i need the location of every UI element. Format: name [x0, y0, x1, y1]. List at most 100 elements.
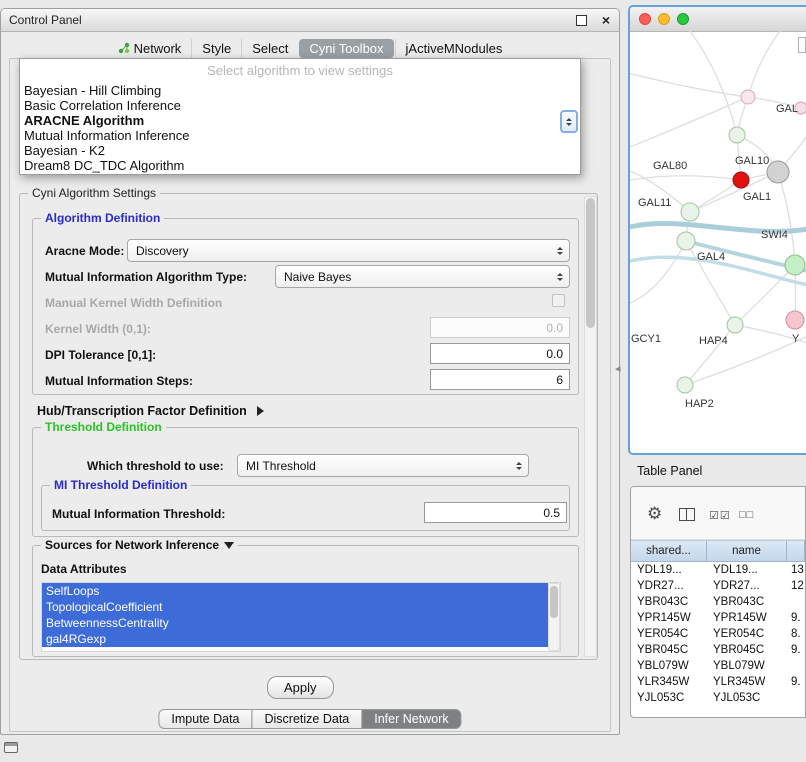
node-label: HAP4: [699, 335, 728, 347]
which-threshold-combo[interactable]: MI Threshold: [237, 454, 529, 477]
tab-jactivemnodules-label: jActiveMNodules: [406, 41, 503, 56]
collapsed-window-icon[interactable]: [4, 742, 18, 753]
data-attributes-list[interactable]: SelfLoops TopologicalCoefficient Between…: [41, 582, 561, 652]
mi-type-value: Naive Bayes: [284, 270, 351, 284]
traffic-light-minimize-button[interactable]: [658, 13, 670, 25]
table-row[interactable]: YBR043CYBR043C: [631, 594, 805, 610]
tab-impute-data[interactable]: Impute Data: [158, 709, 252, 729]
cell: YPR145W: [707, 612, 787, 624]
tab-style[interactable]: Style: [191, 39, 241, 58]
traffic-light-zoom-button[interactable]: [677, 13, 689, 25]
list-item[interactable]: BetweennessCentrality: [42, 615, 548, 631]
tab-cyni-toolbox[interactable]: Cyni Toolbox: [299, 39, 393, 58]
settings-scrollbar-track[interactable]: [584, 196, 597, 657]
attributes-scrollbar-thumb[interactable]: [550, 586, 558, 618]
algorithm-combobox-arrow[interactable]: [560, 110, 578, 133]
table-row[interactable]: YDR27...YDR27...12: [631, 578, 805, 594]
node-label: GAL80: [653, 160, 687, 172]
aracne-mode-combo[interactable]: Discovery: [127, 239, 570, 262]
network-node[interactable]: [786, 311, 804, 329]
network-node[interactable]: [677, 377, 693, 393]
close-icon[interactable]: ×: [602, 11, 610, 29]
table-row[interactable]: YBL079WYBL079W: [631, 658, 805, 674]
hub-definition-label: Hub/Transcription Factor Definition: [37, 404, 247, 418]
network-canvas[interactable]: GAL GAL80 GAL10 GAL11 GAL1 SWI4 GAL4 GCY…: [630, 31, 806, 455]
network-node-selected-red[interactable]: [733, 172, 749, 188]
network-node[interactable]: [741, 90, 755, 104]
cell: 13: [787, 564, 805, 576]
tab-select[interactable]: Select: [241, 39, 298, 58]
select-all-checkboxes-icon[interactable]: ☑☑: [709, 509, 731, 522]
table-row[interactable]: YJL053CYJL053C: [631, 690, 805, 706]
network-window-titlebar[interactable]: [630, 7, 806, 32]
network-node[interactable]: [677, 232, 695, 250]
network-edge: [778, 172, 795, 265]
tab-network[interactable]: Network: [108, 39, 192, 58]
table-row[interactable]: YLR345WYLR345W9.: [631, 674, 805, 690]
popup-placeholder: Select algorithm to view settings: [20, 59, 580, 83]
cell: 8.: [787, 628, 805, 640]
popup-item-bayesian-hill-climbing[interactable]: Bayesian - Hill Climbing: [20, 83, 580, 98]
control-panel-title: Control Panel: [9, 13, 82, 27]
algorithm-definition-title: Algorithm Definition: [41, 211, 164, 225]
column-header-name[interactable]: name: [707, 540, 787, 562]
network-scrollbar-thumb[interactable]: [798, 37, 806, 53]
gear-icon[interactable]: ⚙: [647, 505, 662, 522]
table-header-row: shared... name: [631, 540, 805, 562]
mi-threshold-label: Mutual Information Threshold:: [52, 507, 225, 521]
control-panel-titlebar[interactable]: Control Panel ×: [1, 9, 619, 32]
network-node[interactable]: [681, 203, 699, 221]
dpi-tolerance-field[interactable]: 0.0: [430, 343, 570, 364]
network-tab-icon: [118, 42, 130, 54]
expand-right-icon[interactable]: [257, 406, 264, 416]
popup-item-aracne[interactable]: ARACNE Algorithm: [20, 113, 580, 128]
mi-type-combo[interactable]: Naive Bayes: [275, 265, 570, 288]
cell: 9.: [787, 676, 805, 688]
network-node[interactable]: [767, 161, 789, 183]
table-row[interactable]: YER054CYER054C8.: [631, 626, 805, 642]
algorithm-dropdown-popup: Select algorithm to view settings Bayesi…: [19, 58, 581, 175]
popup-item-mutual-information[interactable]: Mutual Information Inference: [20, 128, 580, 143]
splitter-collapse-icon[interactable]: ◂: [615, 362, 621, 375]
clear-checkboxes-icon[interactable]: □□: [739, 509, 754, 521]
list-item[interactable]: TopologicalCoefficient: [42, 599, 548, 615]
collapse-down-icon[interactable]: [224, 542, 234, 549]
table-row[interactable]: YDL19...YDL19...13: [631, 562, 805, 578]
node-label: GAL: [776, 103, 798, 115]
combo-arrows-icon: [557, 273, 563, 281]
tab-discretize-data[interactable]: Discretize Data: [252, 709, 363, 729]
hub-definition-section[interactable]: Hub/Transcription Factor Definition: [37, 402, 264, 420]
settings-scrollbar-thumb[interactable]: [586, 198, 595, 328]
attributes-scrollbar-track[interactable]: [548, 583, 560, 651]
list-item[interactable]: SelfLoops: [42, 583, 548, 599]
node-label: GCY1: [631, 333, 661, 345]
mi-steps-field[interactable]: 6: [430, 369, 570, 390]
cell: YDR27...: [631, 580, 707, 592]
table-row[interactable]: YBR045CYBR045C9.: [631, 642, 805, 658]
apply-button[interactable]: Apply: [267, 676, 334, 699]
mi-threshold-field[interactable]: 0.5: [424, 502, 567, 523]
popup-item-dream8[interactable]: Dream8 DC_TDC Algorithm: [20, 158, 580, 173]
control-panel-tab-bar: Network Style Select Cyni Toolbox jActiv…: [1, 37, 619, 59]
popup-item-basic-correlation[interactable]: Basic Correlation Inference: [20, 98, 580, 113]
cyni-algorithm-settings-group: Cyni Algorithm Settings Algorithm Defini…: [19, 193, 598, 660]
tab-jactivemnodules[interactable]: jActiveMNodules: [395, 39, 513, 58]
column-header-cut[interactable]: [787, 540, 805, 562]
table-panel-title: Table Panel: [637, 464, 702, 478]
columns-icon[interactable]: [679, 508, 695, 521]
network-node[interactable]: [727, 317, 743, 333]
column-header-shared-name[interactable]: shared...: [631, 540, 707, 562]
network-node[interactable]: [729, 127, 745, 143]
sources-title[interactable]: Sources for Network Inference: [41, 538, 238, 552]
network-edge: [630, 71, 748, 97]
table-row[interactable]: YPR145WYPR145W9.: [631, 610, 805, 626]
popup-item-bayesian-k2[interactable]: Bayesian - K2: [20, 143, 580, 158]
tab-infer-network[interactable]: Infer Network: [361, 709, 461, 729]
network-node[interactable]: [785, 255, 805, 275]
network-edge: [748, 31, 780, 97]
network-edge: [630, 97, 748, 151]
traffic-light-close-button[interactable]: [639, 13, 651, 25]
float-window-icon[interactable]: [576, 15, 587, 26]
which-threshold-label: Which threshold to use:: [87, 459, 224, 473]
list-item[interactable]: gal4RGexp: [42, 631, 548, 647]
